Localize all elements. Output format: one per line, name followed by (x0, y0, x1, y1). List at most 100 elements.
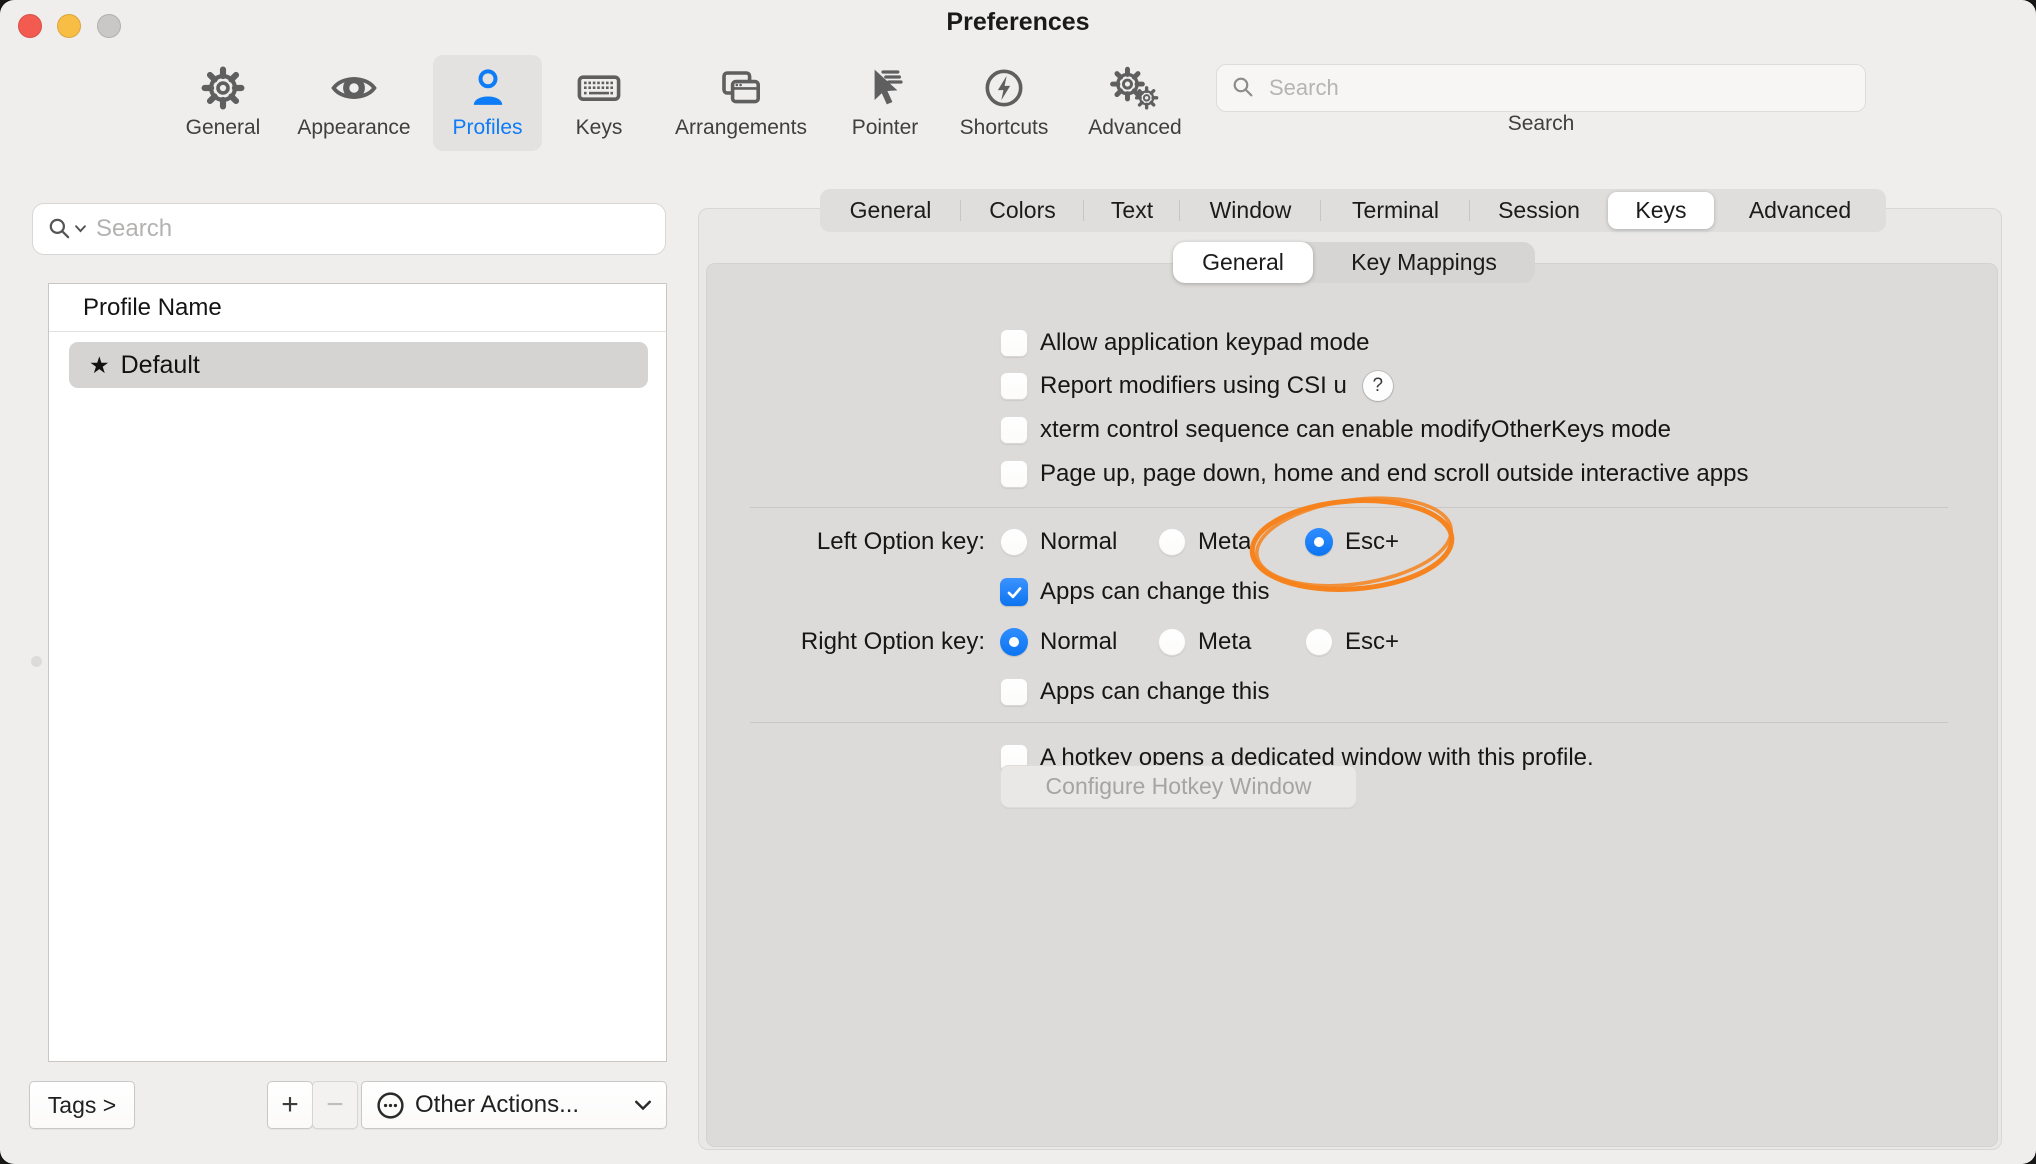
windows-icon (717, 63, 765, 113)
toolbar-item-appearance[interactable]: Appearance (284, 55, 424, 151)
toolbar-search-input[interactable] (1267, 74, 1851, 102)
row-page-scroll: Page up, page down, home and end scroll … (1000, 457, 1748, 491)
keys-subtabs: General Key Mappings (1173, 242, 1535, 283)
radio-label[interactable]: Meta (1198, 528, 1251, 556)
radio-left-meta: Meta (1158, 525, 1251, 559)
toolbar-label: Keys (576, 113, 623, 143)
window-title: Preferences (0, 8, 2036, 37)
remove-profile-button[interactable]: − (312, 1081, 358, 1129)
checkbox-modify-other-keys[interactable] (1000, 416, 1028, 444)
toolbar-label: Shortcuts (960, 113, 1049, 143)
splitter-handle[interactable] (31, 656, 42, 667)
toolbar-search-label: Search (1216, 112, 1866, 136)
radio-button[interactable] (1000, 528, 1028, 556)
other-actions-dropdown[interactable]: Other Actions... (361, 1081, 667, 1129)
checkbox-label[interactable]: Page up, page down, home and end scroll … (1040, 460, 1748, 488)
profile-list-header: Profile Name (83, 294, 222, 322)
radio-right-normal: Normal (1000, 625, 1117, 659)
profile-name: Default (121, 351, 200, 380)
section-divider (750, 507, 1948, 508)
subtab-key-mappings[interactable]: Key Mappings (1313, 242, 1535, 283)
radio-label[interactable]: Esc+ (1345, 528, 1399, 556)
radio-button[interactable] (1158, 528, 1186, 556)
eye-icon (330, 63, 378, 113)
gears-icon (1108, 63, 1162, 113)
checkbox-right-apps-change[interactable] (1000, 678, 1028, 706)
radio-button[interactable] (1305, 628, 1333, 656)
row-keypad-mode: Allow application keypad mode (1000, 326, 1370, 360)
tab-advanced[interactable]: Advanced (1714, 189, 1886, 232)
tab-window[interactable]: Window (1180, 189, 1321, 232)
profile-row-default[interactable]: ★ Default (69, 342, 648, 388)
radio-right-meta: Meta (1158, 625, 1251, 659)
tags-button[interactable]: Tags > (29, 1081, 135, 1129)
toolbar-search-field[interactable] (1216, 64, 1866, 112)
star-icon: ★ (89, 352, 110, 379)
profile-search-input[interactable] (94, 214, 651, 244)
toolbar-label: General (186, 113, 261, 143)
chevron-down-icon (634, 1100, 652, 1111)
toolbar-item-profiles[interactable]: Profiles (433, 55, 542, 151)
search-icon (1231, 75, 1257, 101)
toolbar-item-arrangements[interactable]: Arrangements (671, 55, 811, 151)
row-csi-u: Report modifiers using CSI u ? (1000, 369, 1393, 403)
checkbox-keypad-mode[interactable] (1000, 329, 1028, 357)
other-actions-label: Other Actions... (415, 1091, 579, 1119)
toolbar-label: Arrangements (675, 113, 807, 143)
checkbox-page-scroll[interactable] (1000, 460, 1028, 488)
profile-list: Profile Name ★ Default (48, 283, 667, 1062)
tab-general[interactable]: General (820, 189, 961, 232)
radio-label[interactable]: Normal (1040, 528, 1117, 556)
cursor-icon (861, 63, 909, 113)
help-button[interactable]: ? (1363, 371, 1393, 401)
gear-icon (200, 63, 246, 113)
checkbox-label[interactable]: Apps can change this (1040, 578, 1270, 606)
configure-hotkey-window-button[interactable]: Configure Hotkey Window (1000, 765, 1357, 808)
toolbar-label: Advanced (1088, 113, 1181, 143)
row-right-apps-change: Apps can change this (1000, 675, 1270, 709)
keyboard-icon (575, 63, 623, 113)
row-modify-other-keys: xterm control sequence can enable modify… (1000, 413, 1671, 447)
checkbox-label[interactable]: xterm control sequence can enable modify… (1040, 416, 1671, 444)
section-divider (750, 722, 1948, 723)
row-left-apps-change: Apps can change this (1000, 575, 1270, 609)
checkbox-left-apps-change[interactable] (1000, 578, 1028, 606)
toolbar-label: Pointer (852, 113, 919, 143)
right-option-key-label: Right Option key: (698, 625, 985, 659)
toolbar-label: Appearance (297, 113, 410, 143)
toolbar-item-advanced[interactable]: Advanced (1065, 55, 1205, 151)
tab-colors[interactable]: Colors (961, 189, 1084, 232)
tab-text[interactable]: Text (1084, 189, 1180, 232)
toolbar-item-keys[interactable]: Keys (529, 55, 669, 151)
tab-terminal[interactable]: Terminal (1321, 189, 1470, 232)
radio-right-esc: Esc+ (1305, 625, 1399, 659)
checkbox-label[interactable]: Apps can change this (1040, 678, 1270, 706)
radio-label[interactable]: Meta (1198, 628, 1251, 656)
tab-keys[interactable]: Keys (1608, 192, 1714, 229)
toolbar-item-shortcuts[interactable]: Shortcuts (934, 55, 1074, 151)
ellipsis-circle-icon (376, 1091, 405, 1120)
header-divider (49, 331, 666, 332)
checkbox-label[interactable]: Report modifiers using CSI u (1040, 372, 1347, 400)
left-option-key-label: Left Option key: (698, 525, 985, 559)
profile-tabbar: General Colors Text Window Terminal Sess… (820, 189, 1886, 232)
profile-search-field[interactable] (32, 203, 666, 255)
radio-left-normal: Normal (1000, 525, 1117, 559)
preferences-window: Preferences General Appearance Profiles (0, 0, 2036, 1164)
radio-button-selected[interactable] (1000, 628, 1028, 656)
checkbox-csi-u[interactable] (1000, 372, 1028, 400)
toolbar-label: Profiles (452, 113, 522, 143)
tab-session[interactable]: Session (1470, 189, 1608, 232)
checkbox-label[interactable]: Allow application keypad mode (1040, 329, 1370, 357)
person-icon (465, 63, 511, 113)
radio-left-esc: Esc+ (1305, 525, 1399, 559)
bolt-icon (981, 63, 1027, 113)
radio-label[interactable]: Esc+ (1345, 628, 1399, 656)
radio-button[interactable] (1158, 628, 1186, 656)
search-menu-icon (47, 216, 86, 243)
subtab-general[interactable]: General (1173, 242, 1313, 283)
toolbar-item-general[interactable]: General (153, 55, 293, 151)
radio-label[interactable]: Normal (1040, 628, 1117, 656)
add-profile-button[interactable]: + (267, 1081, 313, 1129)
radio-button-selected[interactable] (1305, 528, 1333, 556)
